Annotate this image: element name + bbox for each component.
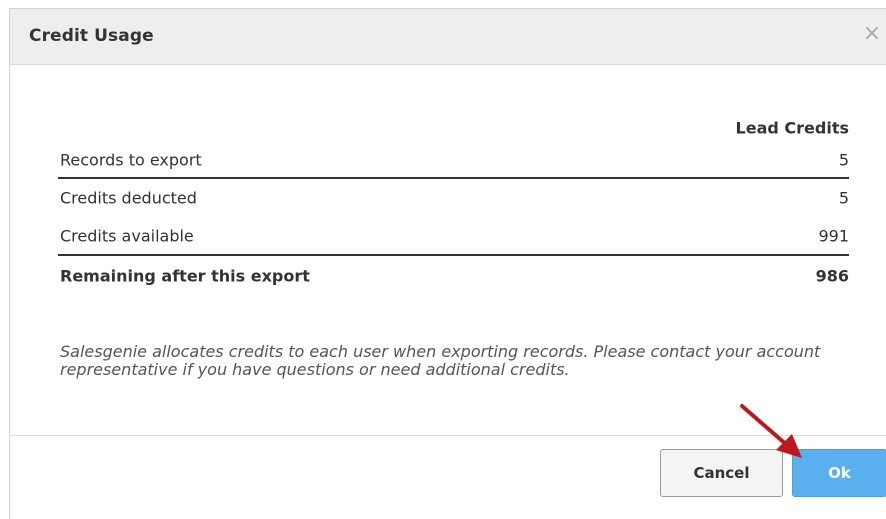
credits-note: Salesgenie allocates credits to each use…	[60, 342, 821, 379]
row-value: 5	[838, 150, 849, 169]
ok-button[interactable]: Ok	[792, 449, 886, 497]
cancel-button[interactable]: Cancel	[660, 449, 783, 497]
table-row: Credits deducted 5	[58, 179, 849, 217]
row-value: 991	[818, 226, 849, 245]
column-header-lead-credits: Lead Credits	[735, 118, 849, 138]
close-icon[interactable]: ×	[861, 22, 883, 46]
dialog-title: Credit Usage	[29, 26, 154, 46]
dialog-header: Credit Usage ×	[10, 9, 886, 65]
table-row-total: Remaining after this export 986	[58, 256, 849, 295]
table-row: Credits available 991	[58, 217, 849, 256]
row-label: Remaining after this export	[60, 266, 310, 285]
row-value: 986	[815, 266, 849, 285]
table-row: Records to export 5	[58, 142, 849, 179]
table-header-row: Lead Credits	[58, 114, 849, 142]
credit-table: Lead Credits Records to export 5 Credits…	[58, 114, 849, 295]
row-label: Credits available	[60, 226, 194, 245]
credit-usage-dialog: Credit Usage × Lead Credits Records to e…	[9, 8, 886, 519]
row-label: Records to export	[60, 150, 202, 169]
row-label: Credits deducted	[60, 188, 197, 208]
footer-divider	[10, 435, 886, 436]
row-value: 5	[838, 188, 849, 208]
